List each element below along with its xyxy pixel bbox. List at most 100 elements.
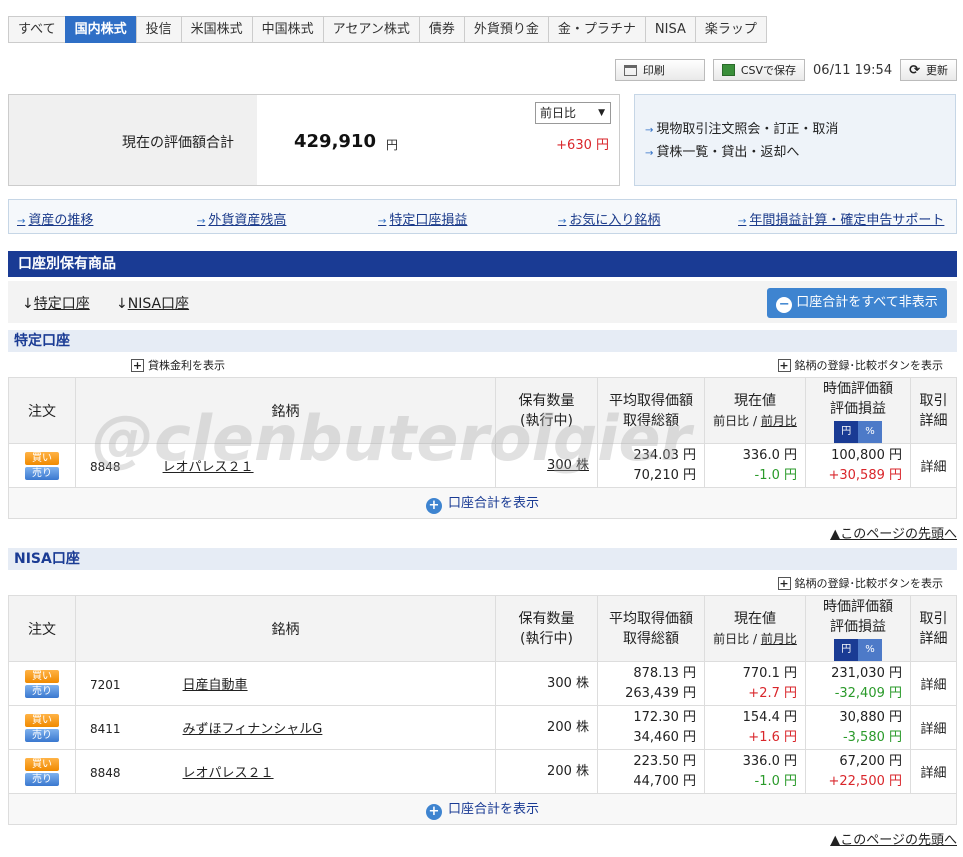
tokutei-heading: 特定口座 xyxy=(8,330,957,352)
nav-tax-support[interactable]: → 年間損益計算・確定申告サポート xyxy=(738,209,944,228)
tab-us-stocks[interactable]: 米国株式 xyxy=(180,16,252,43)
unit-yen-button[interactable]: 円 xyxy=(834,420,859,443)
qty-link[interactable]: 300 株 xyxy=(547,458,589,473)
arrow-right-icon: → xyxy=(645,125,654,136)
nav-asset-history[interactable]: → 資産の推移 xyxy=(17,209,93,228)
nav-fx-assets-label: 外貨資産残高 xyxy=(208,213,287,228)
unit-percent-button[interactable]: % xyxy=(858,420,882,443)
buy-button[interactable]: 買い xyxy=(25,669,59,683)
hide-all-totals-button[interactable]: − 口座合計をすべて非表示 xyxy=(767,288,947,318)
print-button[interactable]: 印刷 xyxy=(614,59,705,81)
prev-month-link[interactable]: 前月比 xyxy=(761,632,797,646)
stock-name-link[interactable]: みずほフィナンシャルG xyxy=(183,722,323,737)
tab-gold-platinum[interactable]: 金・プラチナ xyxy=(547,16,645,43)
detail-link[interactable]: 詳細 xyxy=(910,705,957,750)
valuation-change: +630 円 xyxy=(556,138,609,153)
show-total-button[interactable]: + 口座合計を表示 xyxy=(8,793,957,825)
col-value-line2: 評価損益 xyxy=(830,618,886,635)
nav-fx-assets[interactable]: → 外貨資産残高 xyxy=(197,209,286,228)
stock-name-link[interactable]: レオパレス２１ xyxy=(183,766,274,781)
col-value: 時価評価額 評価損益円% xyxy=(805,377,911,444)
buy-button[interactable]: 買い xyxy=(25,757,59,771)
compare-select[interactable]: 前日比 ▼ xyxy=(535,102,611,124)
nav-tokutei-pl-label: 特定口座損益 xyxy=(389,213,468,228)
avg-total: 44,700 円 xyxy=(633,773,696,789)
col-value-line1: 時価評価額 xyxy=(823,380,893,397)
sell-button[interactable]: 売り xyxy=(25,466,59,480)
qty-cell: 300 株 xyxy=(495,661,598,706)
show-lending-rate-toggle[interactable]: + 貸株金利を表示 xyxy=(131,357,225,373)
profit-loss: -32,409 円 xyxy=(834,685,902,701)
back-to-top-link[interactable]: ▲このページの先頭へ xyxy=(830,829,957,848)
unit-toggle: 円% xyxy=(834,420,882,443)
qty-cell: 200 株 xyxy=(495,705,598,750)
tab-funds[interactable]: 投信 xyxy=(135,16,181,43)
refresh-icon: ⟳ xyxy=(909,62,920,78)
detail-link[interactable]: 詳細 xyxy=(910,443,957,488)
sell-button[interactable]: 売り xyxy=(25,772,59,786)
tab-bonds[interactable]: 債券 xyxy=(418,16,464,43)
tab-all[interactable]: すべて xyxy=(8,16,65,43)
csv-button[interactable]: CSVで保存 xyxy=(712,59,806,81)
detail-link[interactable]: 詳細 xyxy=(910,661,957,706)
detail-link[interactable]: 詳細 xyxy=(910,749,957,794)
nisa-heading: NISA口座 xyxy=(8,548,957,570)
order-buttons: 買い 売り xyxy=(8,749,76,794)
show-total-row: + 口座合計を表示 xyxy=(8,793,957,825)
col-qty: 保有数量 (執行中) xyxy=(495,377,598,444)
back-to-top-link[interactable]: ▲このページの先頭へ xyxy=(830,523,957,542)
unit-percent-button[interactable]: % xyxy=(858,638,882,661)
col-avg: 平均取得価額 取得総額 xyxy=(597,595,705,662)
sell-button[interactable]: 売り xyxy=(25,728,59,742)
tab-asean-stocks[interactable]: アセアン株式 xyxy=(322,16,419,43)
value-cell: 30,880 円 -3,580 円 xyxy=(805,705,911,750)
plus-icon: + xyxy=(777,576,791,590)
col-price-line1: 現在値 xyxy=(734,392,776,409)
stock-code: 8848 xyxy=(90,766,121,780)
tab-nisa[interactable]: NISA xyxy=(644,16,695,43)
timestamp: 06/11 19:54 xyxy=(813,62,893,78)
qty-cell: 300 株 xyxy=(495,443,598,488)
nav-links-bar: → 資産の推移 → 外貨資産残高 → 特定口座損益 → お気に入り銘柄 → 年間損益計算・… xyxy=(8,199,957,234)
jump-nisa[interactable]: ↓NISA口座 xyxy=(116,293,189,313)
register-compare-toggle-nisa[interactable]: + 銘柄の登録･比較ボタンを表示 xyxy=(777,575,943,591)
table-header-row: 注文 銘柄 保有数量 (執行中) 平均取得価額 取得総額 現在値 前日比 / 前月比 … xyxy=(8,377,957,444)
buy-button[interactable]: 買い xyxy=(25,451,59,465)
stock-name-link[interactable]: 日産自動車 xyxy=(183,678,248,693)
col-avg-line2: 取得総額 xyxy=(623,412,679,429)
jump-tokutei[interactable]: ↓特定口座 xyxy=(22,293,90,313)
table-row: 買い 売り 7201 日産自動車 300 株 878.13 円 263,439 円 7… xyxy=(8,661,957,706)
col-qty-line1: 保有数量 xyxy=(518,610,575,627)
nav-tokutei-pl[interactable]: → 特定口座損益 xyxy=(378,209,467,228)
tab-china-stocks[interactable]: 中国株式 xyxy=(251,16,323,43)
buy-button[interactable]: 買い xyxy=(25,713,59,727)
nav-favorites[interactable]: → お気に入り銘柄 xyxy=(558,209,660,228)
sell-button[interactable]: 売り xyxy=(25,684,59,698)
link-order-inquiry[interactable]: → 現物取引注文照会・訂正・取消 xyxy=(645,119,955,142)
market-value: 231,030 円 xyxy=(831,665,902,681)
prev-month-link[interactable]: 前月比 xyxy=(761,414,797,428)
profit-loss: +22,500 円 xyxy=(828,773,902,789)
avg-price: 234.03 円 xyxy=(633,447,696,463)
link-order-inquiry-label: 現物取引注文照会・訂正・取消 xyxy=(656,122,839,137)
order-buttons: 買い 売り xyxy=(8,705,76,750)
tab-fx-deposits[interactable]: 外貨預り金 xyxy=(463,16,548,43)
stock-name-link[interactable]: レオパレス２１ xyxy=(163,460,254,475)
col-qty: 保有数量 (執行中) xyxy=(495,595,598,662)
col-name: 銘柄 xyxy=(75,377,496,444)
show-total-button[interactable]: + 口座合計を表示 xyxy=(8,487,957,519)
link-lending-list[interactable]: → 貸株一覧・貸出・返却へ xyxy=(645,142,955,165)
order-buttons: 買い 売り xyxy=(8,443,76,488)
compare-select-value: 前日比 xyxy=(540,106,577,120)
avg-cell: 172.30 円 34,460 円 xyxy=(597,705,705,750)
col-avg: 平均取得価額 取得総額 xyxy=(597,377,705,444)
current-price: 336.0 円 xyxy=(742,447,797,463)
register-compare-toggle[interactable]: + 銘柄の登録･比較ボタンを表示 xyxy=(777,357,943,373)
unit-yen-button[interactable]: 円 xyxy=(834,638,859,661)
refresh-button[interactable]: ⟳ 更新 xyxy=(900,59,957,81)
price-cell: 770.1 円 +2.7 円 xyxy=(704,661,806,706)
tab-rakuwrap[interactable]: 楽ラップ xyxy=(694,16,767,43)
tab-domestic-stocks[interactable]: 国内株式 xyxy=(64,16,136,43)
nav-tax-support-label: 年間損益計算・確定申告サポート xyxy=(749,213,945,228)
nav-favorites-label: お気に入り銘柄 xyxy=(569,213,661,228)
